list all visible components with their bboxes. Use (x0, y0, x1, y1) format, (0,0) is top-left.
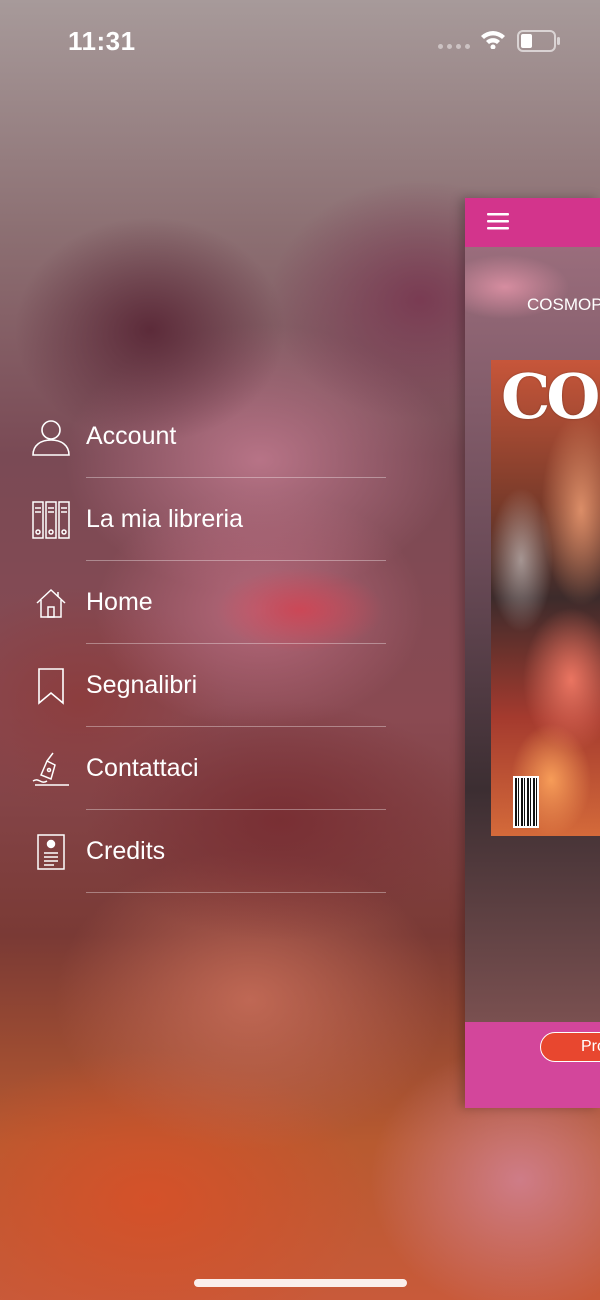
bookmark-icon (30, 665, 72, 707)
main-content-preview[interactable]: COSMOP COSM Pro (465, 198, 600, 1108)
home-icon (30, 582, 72, 624)
menu-item-label: Home (86, 588, 153, 616)
user-icon (30, 416, 72, 458)
menu-item-bookmarks[interactable]: Segnalibri (0, 644, 400, 727)
battery-icon (517, 30, 561, 57)
pen-sign-icon (30, 748, 72, 790)
side-menu: Account La mia libreria Home Segnalibri … (0, 395, 400, 893)
signal-dots-icon (438, 44, 470, 49)
magazine-name: COSMOP (527, 295, 600, 314)
divider (86, 892, 386, 893)
app-header (465, 198, 600, 247)
read-button-label: Pro (581, 1038, 600, 1055)
app-footer: Pro (465, 1022, 600, 1108)
menu-item-label: Account (86, 422, 177, 450)
menu-item-label: La mia libreria (86, 505, 244, 533)
menu-item-label: Credits (86, 837, 166, 865)
credits-document-icon (30, 831, 72, 873)
barcode-icon (513, 776, 539, 828)
cover-title: COSM (501, 360, 600, 433)
magazine-area: COSMOP COSM (465, 247, 600, 1022)
menu-item-account[interactable]: Account (0, 395, 400, 478)
library-binders-icon (30, 499, 72, 541)
home-indicator[interactable] (194, 1279, 407, 1287)
read-button[interactable]: Pro (540, 1032, 600, 1062)
menu-item-label: Contattaci (86, 754, 199, 782)
menu-burger-icon[interactable] (487, 212, 509, 235)
menu-item-home[interactable]: Home (0, 561, 400, 644)
menu-item-credits[interactable]: Credits (0, 810, 400, 893)
menu-item-label: Segnalibri (86, 671, 198, 699)
magazine-cover[interactable]: COSM (491, 360, 600, 836)
menu-item-library[interactable]: La mia libreria (0, 478, 400, 561)
wifi-icon (480, 29, 506, 54)
status-time: 11:31 (68, 26, 136, 56)
status-bar: 11:31 (0, 0, 600, 80)
menu-item-contact[interactable]: Contattaci (0, 727, 400, 810)
